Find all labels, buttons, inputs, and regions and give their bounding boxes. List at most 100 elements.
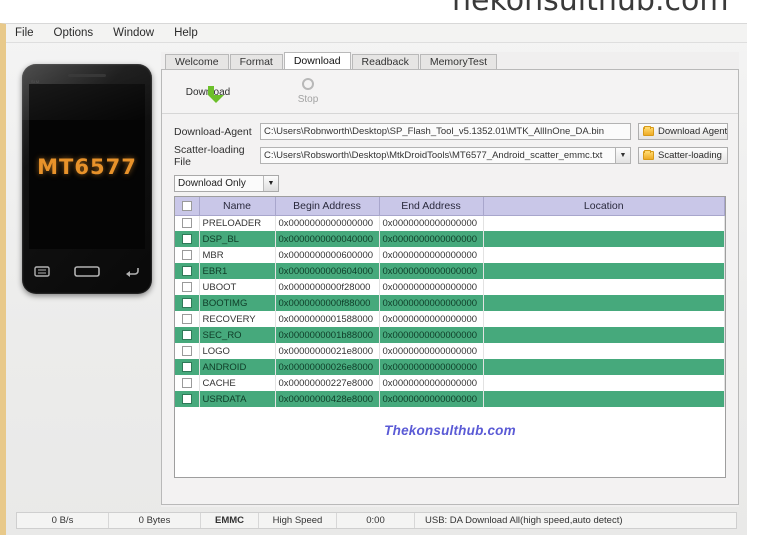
tab-format[interactable]: Format: [229, 54, 283, 70]
select-all-checkbox[interactable]: [181, 200, 192, 211]
scatter-loading-input[interactable]: C:\Users\Robsworth\Desktop\MtkDroidTools…: [260, 147, 616, 164]
menu-item-file[interactable]: File: [12, 26, 37, 40]
row-checkbox[interactable]: [181, 313, 192, 324]
row-checkbox-cell[interactable]: [175, 311, 200, 327]
status-message: USB: DA Download All(high speed,auto det…: [425, 515, 623, 526]
download-agent-label: Download-Agent: [174, 125, 252, 138]
row-checkbox-cell[interactable]: [175, 359, 200, 375]
location-cell: [483, 375, 725, 391]
menu-item-help[interactable]: Help: [171, 26, 201, 40]
table-row[interactable]: CACHE 0x00000000227e8000 0x000000000000000…: [175, 375, 725, 391]
location-cell: [483, 215, 725, 231]
table-row[interactable]: RECOVERY 0x0000000001588000 0x000000000000…: [175, 311, 725, 327]
tab-memorytest[interactable]: MemoryTest: [419, 54, 498, 70]
table-row[interactable]: LOGO 0x00000000021e8000 0x0000000000000000: [175, 343, 725, 359]
row-checkbox[interactable]: [181, 233, 192, 244]
row-checkbox[interactable]: [181, 218, 192, 229]
tab-welcome[interactable]: Welcome: [165, 54, 229, 70]
row-checkbox-cell[interactable]: [175, 231, 200, 247]
begin-address-cell: 0x0000000000f28000: [275, 279, 380, 295]
phone-illustration: SIM MT6577: [22, 64, 152, 294]
phone-speaker-icon: [68, 74, 106, 77]
location-cell: [483, 279, 725, 295]
phone-screen: MT6577: [29, 84, 145, 249]
row-checkbox-cell[interactable]: [175, 263, 200, 279]
row-checkbox-cell[interactable]: [175, 215, 200, 231]
row-checkbox-cell[interactable]: [175, 295, 200, 311]
stop-button-label: Stop: [297, 94, 319, 105]
menubar: File Options Window Help: [6, 24, 747, 43]
scatter-loading-browse-button[interactable]: Scatter-loading: [638, 147, 728, 164]
menu-item-window[interactable]: Window: [110, 26, 157, 40]
select-all-header[interactable]: [175, 197, 200, 216]
header-name[interactable]: Name: [199, 197, 276, 216]
header-location[interactable]: Location: [483, 197, 725, 216]
form-area: Download-Agent C:\Users\Robnworth\Deskto…: [162, 114, 738, 174]
tab-readback-label: Readback: [361, 56, 409, 68]
partition-table[interactable]: Name Begin Address End Address Location …: [174, 196, 726, 478]
download-mode-select[interactable]: Download Only ▼: [174, 175, 279, 192]
status-speed: 0 B/s: [17, 513, 109, 528]
table-row[interactable]: EBR1 0x0000000000604000 0x0000000000000000: [175, 263, 725, 279]
partition-name-cell: PRELOADER: [199, 215, 276, 231]
row-checkbox[interactable]: [181, 393, 192, 404]
row-checkbox[interactable]: [181, 345, 192, 356]
row-checkbox[interactable]: [181, 265, 192, 276]
partition-name-cell: BOOTIMG: [199, 295, 276, 311]
end-address-cell: 0x0000000000000000: [379, 311, 484, 327]
table-row[interactable]: SEC_RO 0x0000000001b88000 0x00000000000000…: [175, 327, 725, 343]
location-cell: [483, 359, 725, 375]
partition-name-cell: ANDROID: [199, 359, 276, 375]
table-row[interactable]: DSP_BL 0x0000000000040000 0x00000000000000…: [175, 231, 725, 247]
end-address-cell: 0x0000000000000000: [379, 391, 484, 407]
row-checkbox-cell[interactable]: [175, 247, 200, 263]
table-row[interactable]: UBOOT 0x0000000000f28000 0x000000000000000…: [175, 279, 725, 295]
tab-download[interactable]: Download: [283, 52, 351, 70]
partition-name-cell: CACHE: [199, 375, 276, 391]
statusbar: 0 B/s 0 Bytes EMMC High Speed 0:00 USB: …: [16, 512, 737, 529]
location-cell: [483, 311, 725, 327]
row-checkbox[interactable]: [181, 297, 192, 308]
header-begin-address[interactable]: Begin Address: [275, 197, 380, 216]
end-address-cell: 0x0000000000000000: [379, 215, 484, 231]
end-address-cell: 0x0000000000000000: [379, 327, 484, 343]
table-row[interactable]: MBR 0x0000000000600000 0x0000000000000000: [175, 247, 725, 263]
location-cell: [483, 343, 725, 359]
menu-item-options[interactable]: Options: [51, 26, 97, 40]
menu-key-icon: [34, 266, 50, 280]
end-address-cell: 0x0000000000000000: [379, 247, 484, 263]
table-row[interactable]: ANDROID 0x00000000026e8000 0x0000000000000…: [175, 359, 725, 375]
scatter-loading-row: Scatter-loading File C:\Users\Robsworth\…: [174, 144, 728, 168]
row-checkbox[interactable]: [181, 281, 192, 292]
row-checkbox-cell[interactable]: [175, 375, 200, 391]
partition-table-body: PRELOADER 0x0000000000000000 0x00000000000…: [175, 215, 725, 407]
row-checkbox-cell[interactable]: [175, 327, 200, 343]
download-agent-input[interactable]: C:\Users\Robnworth\Desktop\SP_Flash_Tool…: [260, 123, 631, 140]
stop-button[interactable]: Stop: [276, 78, 340, 105]
row-checkbox[interactable]: [181, 377, 192, 388]
row-checkbox[interactable]: [181, 361, 192, 372]
home-key-icon: [74, 266, 100, 280]
table-row[interactable]: BOOTIMG 0x0000000000f88000 0x0000000000000…: [175, 295, 725, 311]
row-checkbox[interactable]: [181, 249, 192, 260]
folder-icon: [643, 150, 654, 160]
tab-readback[interactable]: Readback: [351, 54, 419, 70]
table-row[interactable]: PRELOADER 0x0000000000000000 0x00000000000…: [175, 215, 725, 231]
row-checkbox-cell[interactable]: [175, 391, 200, 407]
header-end-address[interactable]: End Address: [379, 197, 484, 216]
row-checkbox[interactable]: [181, 329, 192, 340]
begin-address-cell: 0x00000000026e8000: [275, 359, 380, 375]
download-mode-value: Download Only: [178, 178, 246, 189]
partition-name-cell: UBOOT: [199, 279, 276, 295]
table-row[interactable]: USRDATA 0x00000000428e8000 0x0000000000000…: [175, 391, 725, 407]
location-cell: [483, 263, 725, 279]
table-watermark: Thekonsulthub.com: [384, 423, 516, 438]
download-agent-browse-button[interactable]: Download Agent: [638, 123, 728, 140]
begin-address-cell: 0x00000000227e8000: [275, 375, 380, 391]
scatter-history-chevron-down-icon[interactable]: ▼: [616, 147, 631, 164]
download-button[interactable]: Download: [176, 85, 240, 103]
row-checkbox-cell[interactable]: [175, 279, 200, 295]
partition-name-cell: MBR: [199, 247, 276, 263]
download-tab-page: Download Stop Download-Agent C:\Users\Ro…: [161, 69, 739, 505]
row-checkbox-cell[interactable]: [175, 343, 200, 359]
